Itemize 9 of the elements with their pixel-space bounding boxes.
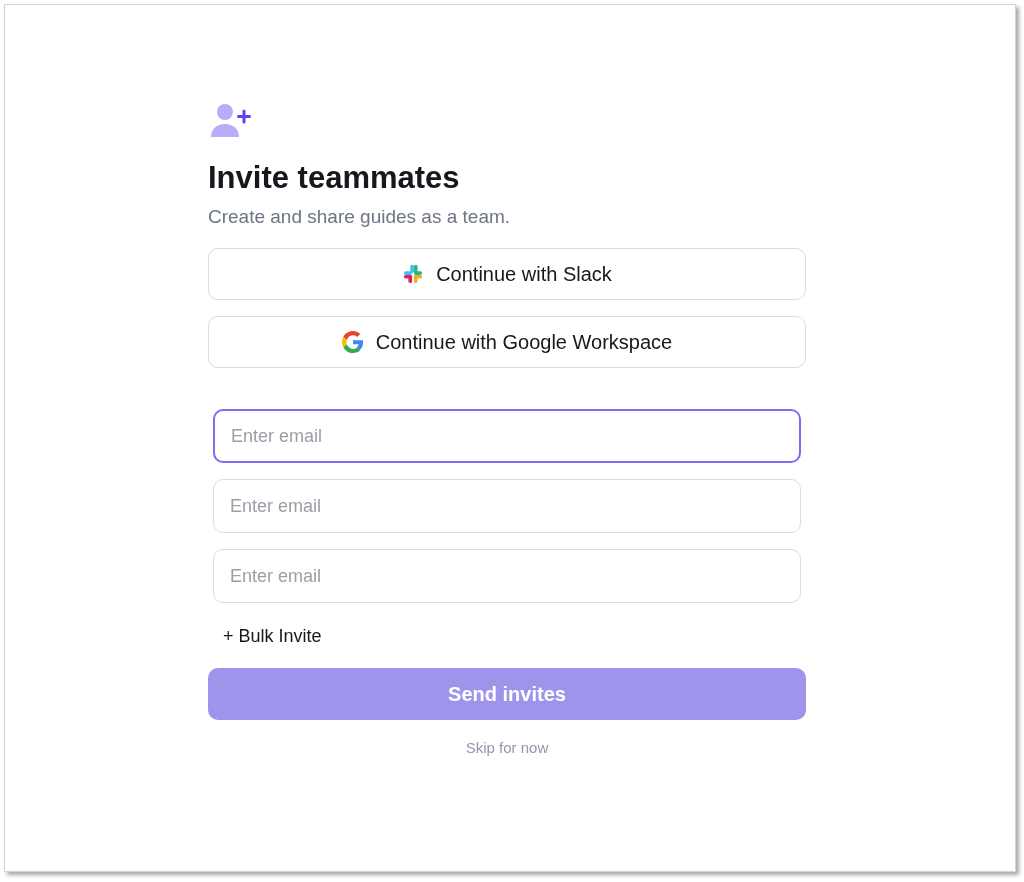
google-button[interactable]: Continue with Google Workspace: [208, 316, 806, 368]
page-title: Invite teammates: [208, 159, 461, 197]
page-subtitle: Create and share guides as a team.: [208, 205, 512, 229]
add-user-icon: [210, 103, 252, 139]
slack-button[interactable]: Continue with Slack: [208, 248, 806, 300]
google-icon: [341, 331, 364, 353]
email-field[interactable]: Enter email: [213, 409, 801, 463]
bulk-invite-link[interactable]: + Bulk Invite: [223, 623, 322, 650]
slack-icon: [402, 263, 425, 285]
